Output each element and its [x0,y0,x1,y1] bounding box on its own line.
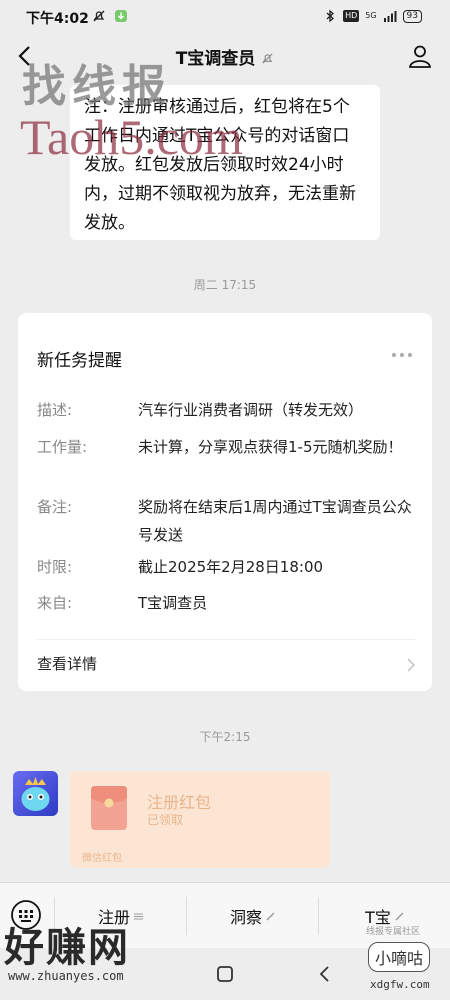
menu-label: 洞察 [229,908,262,927]
row-key: 时限: [37,558,73,576]
mascot-icon [21,777,50,811]
red-packet-footer: 微信红包 [82,853,122,864]
do-not-disturb-icon [93,10,105,22]
bluetooth-icon [326,9,335,23]
row-key: 备注: [37,498,73,516]
link-icon [266,912,275,920]
mute-bell-icon [262,53,273,64]
divider [37,639,415,640]
chevron-right-icon [407,658,416,672]
row-value: 未计算，分享观点获得1-5元随机奖励！ [138,438,403,456]
menu-label: 注册 [97,908,130,927]
link-icon [395,912,404,920]
view-details-link[interactable]: 查看详情 [37,653,97,674]
row-value: 奖励将在结束后1周内通过T宝调查员公众号发送 [138,498,412,544]
download-icon [115,10,127,22]
row-key: 来自: [37,594,73,612]
timestamp: 下午2:15 [199,730,251,744]
hd-icon: HD [343,10,360,22]
row-value: T宝调查员 [138,594,208,612]
signal-icon [383,11,397,22]
avatar[interactable] [13,771,58,816]
menu-item-tbao[interactable]: T宝 [319,883,450,949]
menu-item-register[interactable]: 注册 [55,883,186,949]
system-nav-bar [0,948,450,1000]
notice-message: 注：注册审核通过后，红包将在5个工作日内通过T宝公众号的对话窗口发放。红包发放后… [70,85,380,240]
battery-icon: 93 [402,9,422,23]
profile-icon[interactable] [406,42,434,70]
keyboard-icon[interactable] [10,899,42,931]
row-value: 截止2025年2月28日18:00 [138,558,324,576]
menu-list-icon [134,913,143,919]
task-card[interactable]: 新任务提醒 描述: 汽车行业消费者调研（转发无效） 工作量: 未计算，分享观点获… [18,313,432,691]
row-value: 汽车行业消费者调研（转发无效） [138,401,364,419]
status-bar: 下午4:02 HD 5G 93 [0,0,450,34]
menu-label: T宝 [365,908,391,927]
status-time: 下午4:02 [26,11,89,27]
red-packet-message[interactable]: 注册红包 已领取 微信红包 [70,771,330,868]
red-envelope-icon [91,786,127,830]
timestamp: 周二 17:15 [193,278,257,292]
row-key: 描述: [37,401,73,419]
row-key: 工作量: [37,438,88,456]
card-title: 新任务提醒 [37,351,122,371]
menu-item-insight[interactable]: 洞察 [187,883,318,949]
back-triangle-icon[interactable] [313,962,337,986]
chat-title: T宝调查员 [175,49,256,69]
bottom-menu: 注册 洞察 T宝 [0,882,450,949]
more-dots-icon[interactable] [390,349,414,361]
nav-bar: T宝调查员 [0,34,450,78]
home-square-icon[interactable] [213,962,237,986]
network-type: 5G [365,11,377,20]
red-packet-title: 注册红包 [147,793,212,812]
red-packet-status: 已领取 [147,813,184,827]
